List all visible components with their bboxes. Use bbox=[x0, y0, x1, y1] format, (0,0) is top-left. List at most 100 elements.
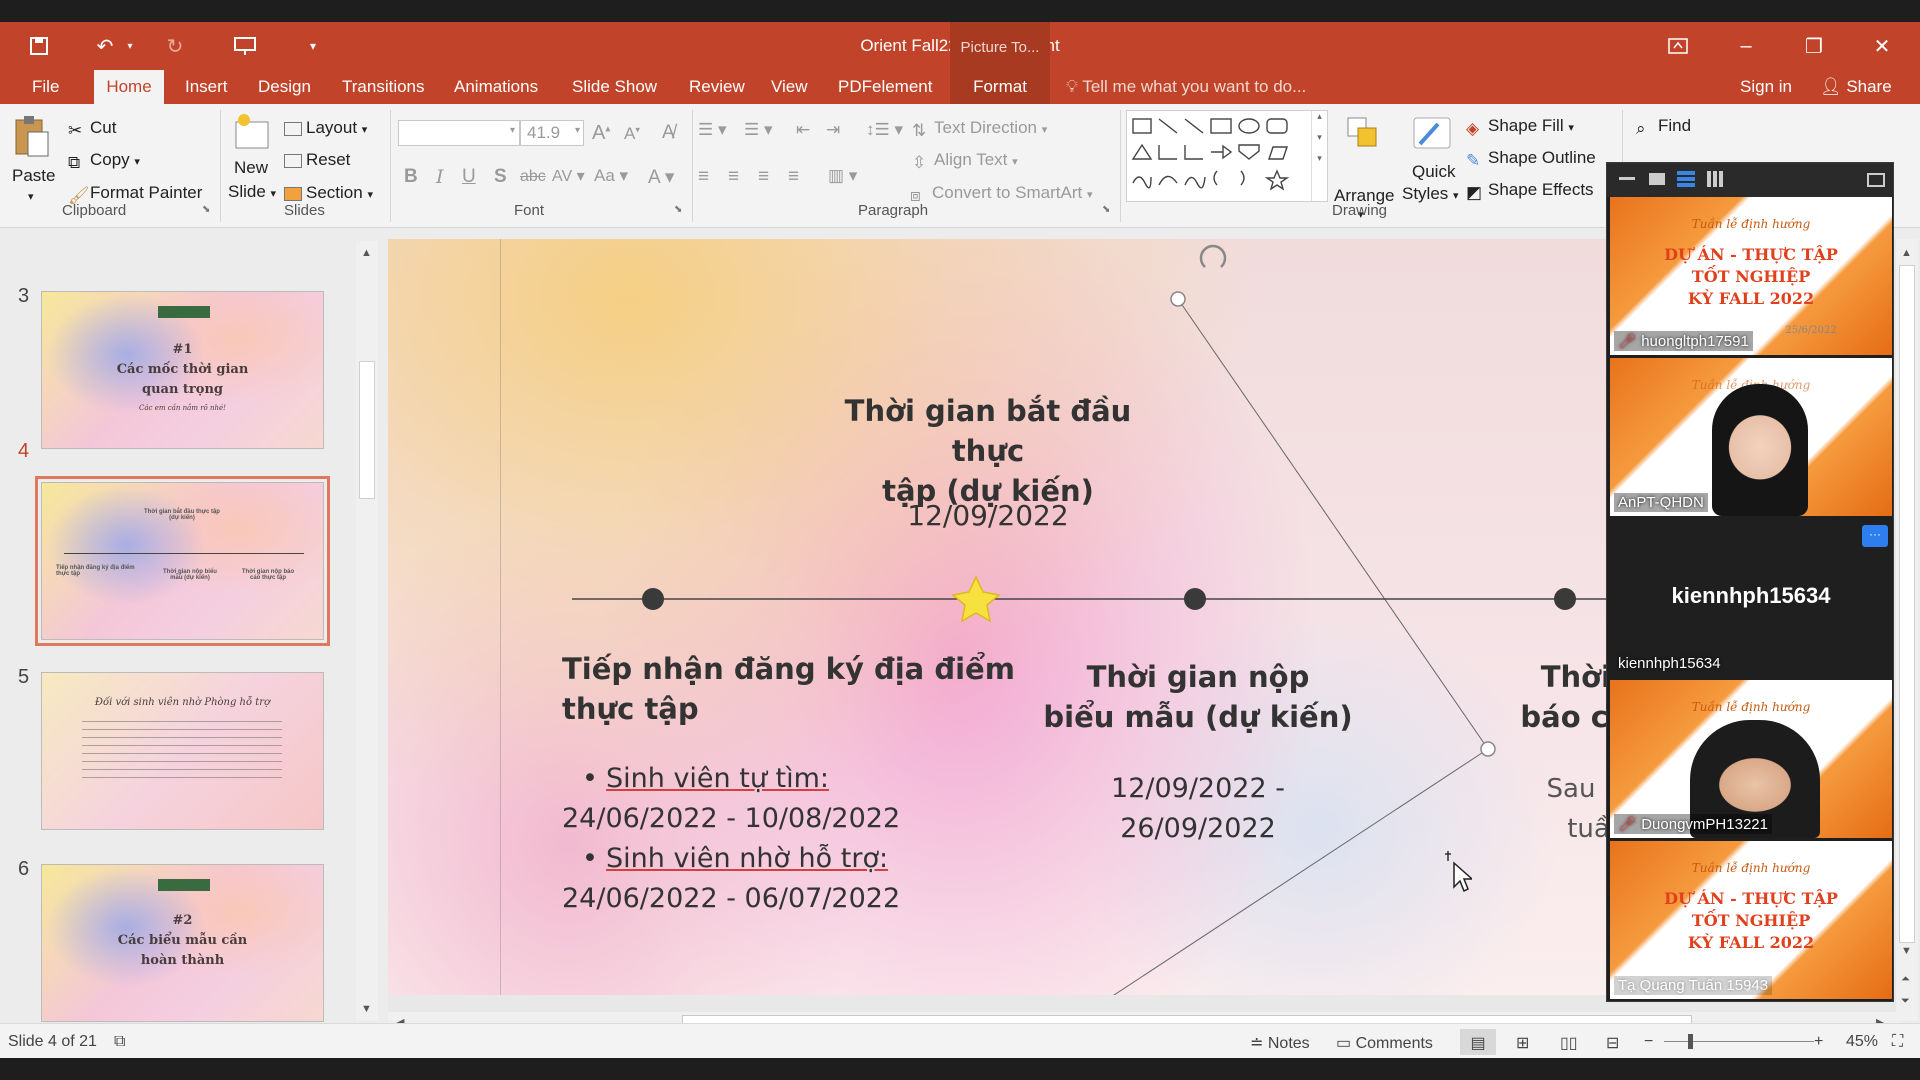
layout-button[interactable]: Layout ▾ bbox=[284, 118, 367, 138]
tab-file[interactable]: File bbox=[28, 70, 63, 104]
decrease-indent-icon[interactable]: ⇤ bbox=[796, 120, 810, 140]
close-icon[interactable]: ✕ bbox=[1848, 22, 1916, 70]
thumbnails-scroll-thumb[interactable] bbox=[359, 361, 375, 499]
quick-styles-button[interactable] bbox=[1410, 114, 1454, 159]
scroll-participants-icon[interactable]: ⌄ bbox=[1741, 977, 1754, 997]
speaker-view-icon[interactable] bbox=[1677, 171, 1695, 187]
slide-sorter-icon[interactable]: ⊞ bbox=[1516, 1033, 1529, 1053]
tab-review[interactable]: Review bbox=[685, 70, 749, 104]
shape-outline-button[interactable]: ✎ Shape Outline bbox=[1466, 148, 1596, 170]
normal-view-icon[interactable]: ▤ bbox=[1460, 1029, 1496, 1055]
tab-pdfelement[interactable]: PDFelement bbox=[834, 70, 936, 104]
strikethrough-icon[interactable]: abc bbox=[520, 168, 546, 186]
convert-smartart-button[interactable]: ⧈ Convert to SmartArt ▾ bbox=[910, 183, 1092, 205]
align-left-icon[interactable]: ≡ bbox=[698, 166, 709, 188]
tab-home[interactable]: Home bbox=[94, 70, 164, 104]
slide-thumbnail-6[interactable]: #2 Các biểu mẫu cần hoàn thành bbox=[41, 864, 324, 1022]
tab-slide-show[interactable]: Slide Show bbox=[568, 70, 661, 104]
font-name-combo[interactable]: ▾ bbox=[398, 120, 520, 146]
share-button[interactable]: 👤︎ Share bbox=[1816, 70, 1896, 104]
columns-icon[interactable]: ▥ ▾ bbox=[828, 166, 857, 186]
slide-vscroll-thumb[interactable] bbox=[1899, 265, 1915, 943]
new-slide-label-2[interactable]: Slide ▾ bbox=[228, 182, 276, 202]
participant-tile[interactable]: Tuần lễ định hướng 🎤︎ DuongvmPH13221 bbox=[1610, 680, 1892, 838]
thumbnail-view-icon[interactable] bbox=[1649, 173, 1665, 185]
italic-icon[interactable]: I bbox=[436, 166, 444, 188]
participant-tile[interactable]: ··· kiennhph15634 kiennhph15634 bbox=[1610, 519, 1892, 677]
font-launcher-icon[interactable]: ⬊ bbox=[674, 204, 682, 215]
gallery-view-icon[interactable] bbox=[1707, 171, 1723, 187]
underline-icon[interactable]: U bbox=[462, 166, 476, 188]
slideshow-view-icon[interactable]: ⊟ bbox=[1606, 1033, 1619, 1053]
find-button[interactable]: ⌕ Find bbox=[1636, 116, 1691, 138]
shadow-icon[interactable]: S bbox=[494, 166, 507, 188]
paste-label[interactable]: Paste bbox=[12, 166, 55, 186]
scroll-up-icon[interactable]: ▲ bbox=[1901, 247, 1912, 259]
zoom-in-icon[interactable]: + bbox=[1814, 1033, 1823, 1051]
scroll-down-icon[interactable]: ▼ bbox=[1901, 945, 1912, 957]
line-spacing-icon[interactable]: ↕☰ ▾ bbox=[866, 120, 903, 140]
tab-animations[interactable]: Animations bbox=[450, 70, 542, 104]
reading-view-icon[interactable]: ▯▯ bbox=[1560, 1033, 1578, 1053]
decrease-font-icon[interactable]: A▾ bbox=[624, 124, 640, 144]
thumbnails-scrollbar[interactable]: ▲ ▼ bbox=[356, 241, 378, 1021]
tab-format[interactable]: Format bbox=[950, 70, 1050, 104]
tell-me-search[interactable]: 💡︎ Tell me what you want to do... bbox=[1066, 70, 1306, 104]
presentation-icon[interactable] bbox=[228, 32, 262, 60]
redo-icon[interactable]: ↻ bbox=[160, 32, 190, 60]
increase-indent-icon[interactable]: ⇥ bbox=[826, 120, 840, 140]
minimize-panel-icon[interactable] bbox=[1619, 177, 1635, 180]
save-icon[interactable] bbox=[24, 32, 54, 60]
format-painter-button[interactable]: 🖌︎Format Painter bbox=[68, 183, 202, 205]
shape-effects-button[interactable]: ◩ Shape Effects bbox=[1466, 180, 1594, 202]
align-center-icon[interactable]: ≡ bbox=[728, 166, 739, 188]
bullets-icon[interactable]: ☰ ▾ bbox=[698, 120, 727, 140]
align-right-icon[interactable]: ≡ bbox=[758, 166, 769, 188]
numbering-icon[interactable]: ☰ ▾ bbox=[744, 120, 773, 140]
zoom-out-icon[interactable]: − bbox=[1644, 1033, 1653, 1051]
slide-thumbnail-5[interactable]: Đối với sinh viên nhờ Phòng hỗ trợ bbox=[41, 672, 324, 830]
customize-qat-icon[interactable]: ▾ bbox=[300, 32, 326, 60]
text-direction-button[interactable]: ⇅ Text Direction ▾ bbox=[912, 118, 1047, 140]
spell-check-icon[interactable]: ⧉ bbox=[114, 1033, 125, 1051]
paste-button[interactable] bbox=[12, 114, 52, 165]
restore-icon[interactable]: ❐ bbox=[1780, 22, 1848, 70]
shape-fill-button[interactable]: ◈ Shape Fill ▾ bbox=[1466, 116, 1574, 138]
slide-vscrollbar[interactable]: ▲ ▼ ⏶ ⏷ bbox=[1896, 239, 1918, 1021]
justify-icon[interactable]: ≡ bbox=[788, 166, 799, 188]
undo-dropdown-icon[interactable]: ▾ bbox=[122, 32, 138, 60]
exit-minimize-icon[interactable] bbox=[1867, 173, 1885, 187]
cut-button[interactable]: ✂ Cut bbox=[68, 118, 116, 140]
paragraph-launcher-icon[interactable]: ⬊ bbox=[1102, 204, 1110, 215]
clear-formatting-icon[interactable]: A̸ bbox=[662, 122, 675, 144]
slide-thumbnail-4[interactable]: Thời gian bắt đầu thực tập (dự kiến) Tiế… bbox=[35, 476, 330, 646]
tab-view[interactable]: View bbox=[767, 70, 812, 104]
paste-dropdown-icon[interactable]: ▾ bbox=[28, 190, 34, 203]
participant-tile[interactable]: Tuần lễ định hướng DỰ ÁN - THỰC TẬP TỐT … bbox=[1610, 197, 1892, 355]
tab-transitions[interactable]: Transitions bbox=[338, 70, 429, 104]
tab-insert[interactable]: Insert bbox=[181, 70, 232, 104]
copy-button[interactable]: ⧉ Copy ▾ bbox=[68, 150, 140, 172]
notes-button[interactable]: ≐ Notes bbox=[1250, 1033, 1310, 1053]
fit-to-window-icon[interactable]: ⛶ bbox=[1892, 1033, 1903, 1051]
character-spacing-icon[interactable]: AV ▾ bbox=[552, 166, 585, 186]
tab-design[interactable]: Design bbox=[254, 70, 315, 104]
quick-styles-label-2[interactable]: Styles ▾ bbox=[1402, 184, 1459, 204]
scroll-up-icon[interactable]: ▲ bbox=[361, 247, 372, 259]
section-button[interactable]: Section ▾ bbox=[284, 183, 373, 203]
font-size-combo[interactable]: 41.9 ▾ bbox=[520, 120, 584, 146]
sign-in-link[interactable]: Sign in bbox=[1736, 70, 1796, 104]
font-color-icon[interactable]: A ▾ bbox=[648, 166, 674, 189]
reset-button[interactable]: Reset bbox=[284, 150, 350, 170]
comments-button[interactable]: ▭ Comments bbox=[1336, 1033, 1433, 1053]
previous-slide-icon[interactable]: ⏶ bbox=[1901, 973, 1910, 986]
zoom-level[interactable]: 45% bbox=[1846, 1033, 1878, 1051]
new-slide-label-1[interactable]: New bbox=[234, 158, 268, 178]
next-slide-icon[interactable]: ⏷ bbox=[1901, 995, 1910, 1008]
zoom-slider-thumb[interactable] bbox=[1688, 1034, 1693, 1049]
new-slide-button[interactable] bbox=[234, 112, 272, 157]
increase-font-icon[interactable]: A▴ bbox=[592, 122, 610, 145]
shapes-gallery[interactable]: ▴ ▾ ▾ bbox=[1126, 110, 1328, 202]
zoom-slider[interactable] bbox=[1664, 1034, 1814, 1049]
scroll-down-icon[interactable]: ▼ bbox=[361, 1003, 372, 1015]
